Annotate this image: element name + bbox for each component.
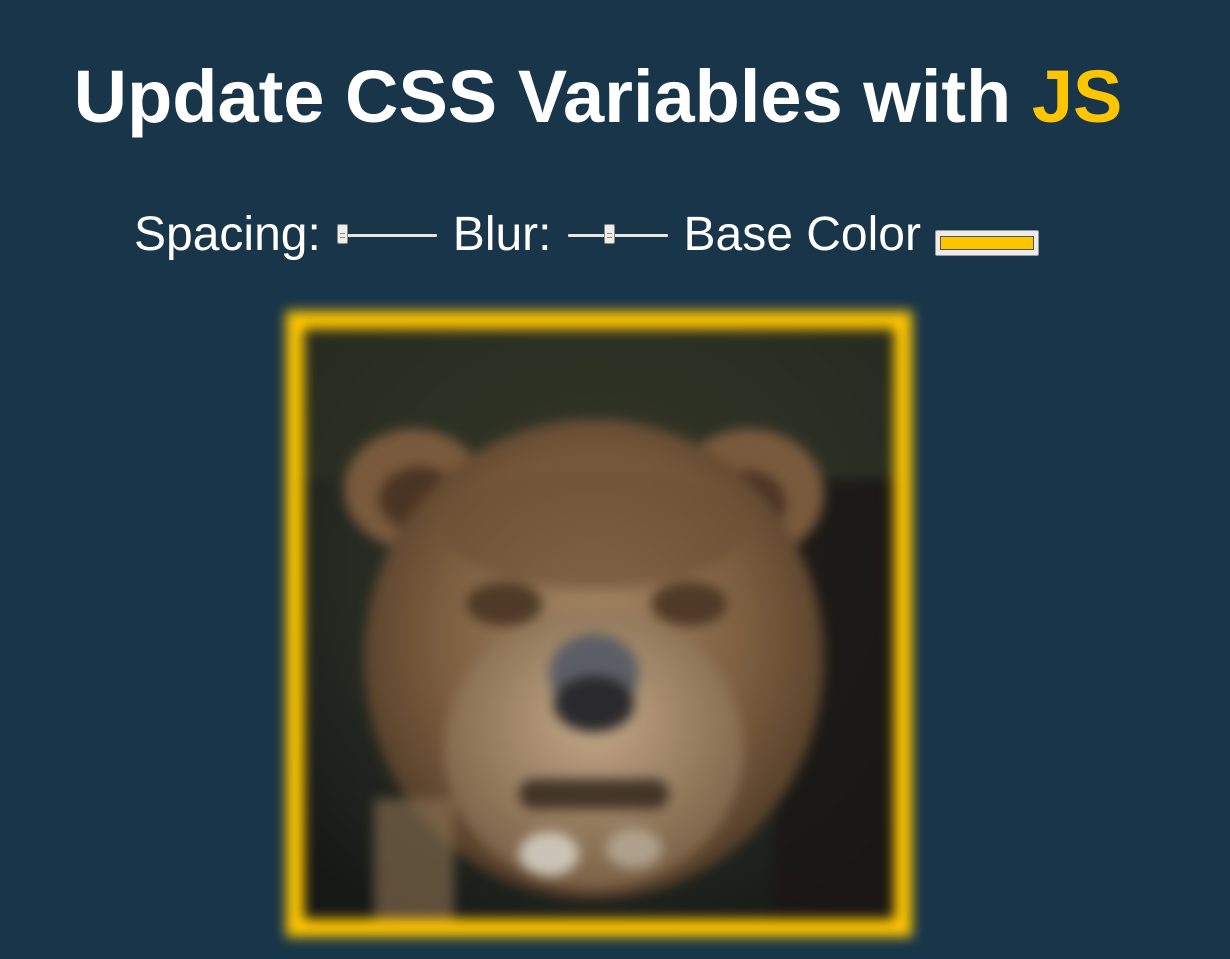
- blur-slider-thumb[interactable]: [603, 224, 615, 244]
- lioness-photo: [304, 329, 894, 919]
- title-prefix: Update CSS Variables with: [73, 55, 1012, 138]
- base-color-picker[interactable]: [934, 230, 1039, 256]
- title-highlight: JS: [1031, 55, 1123, 138]
- spacing-slider-track: [336, 234, 437, 237]
- photo-frame: [286, 311, 912, 937]
- blur-slider-track: [567, 234, 668, 237]
- spacing-slider[interactable]: [336, 223, 437, 247]
- page-title: Update CSS Variables with JS: [0, 52, 1196, 142]
- base-color-label: Base Color: [683, 208, 921, 261]
- spacing-slider-thumb[interactable]: [336, 224, 348, 244]
- blur-slider[interactable]: [567, 223, 668, 247]
- spacing-label: Spacing:: [134, 208, 321, 261]
- page: Update CSS Variables with JS Spacing: Bl…: [0, 0, 1230, 959]
- blur-label: Blur:: [452, 208, 552, 261]
- controls-bar: Spacing: Blur: Base Color: [134, 205, 1039, 265]
- base-color-swatch: [939, 236, 1034, 250]
